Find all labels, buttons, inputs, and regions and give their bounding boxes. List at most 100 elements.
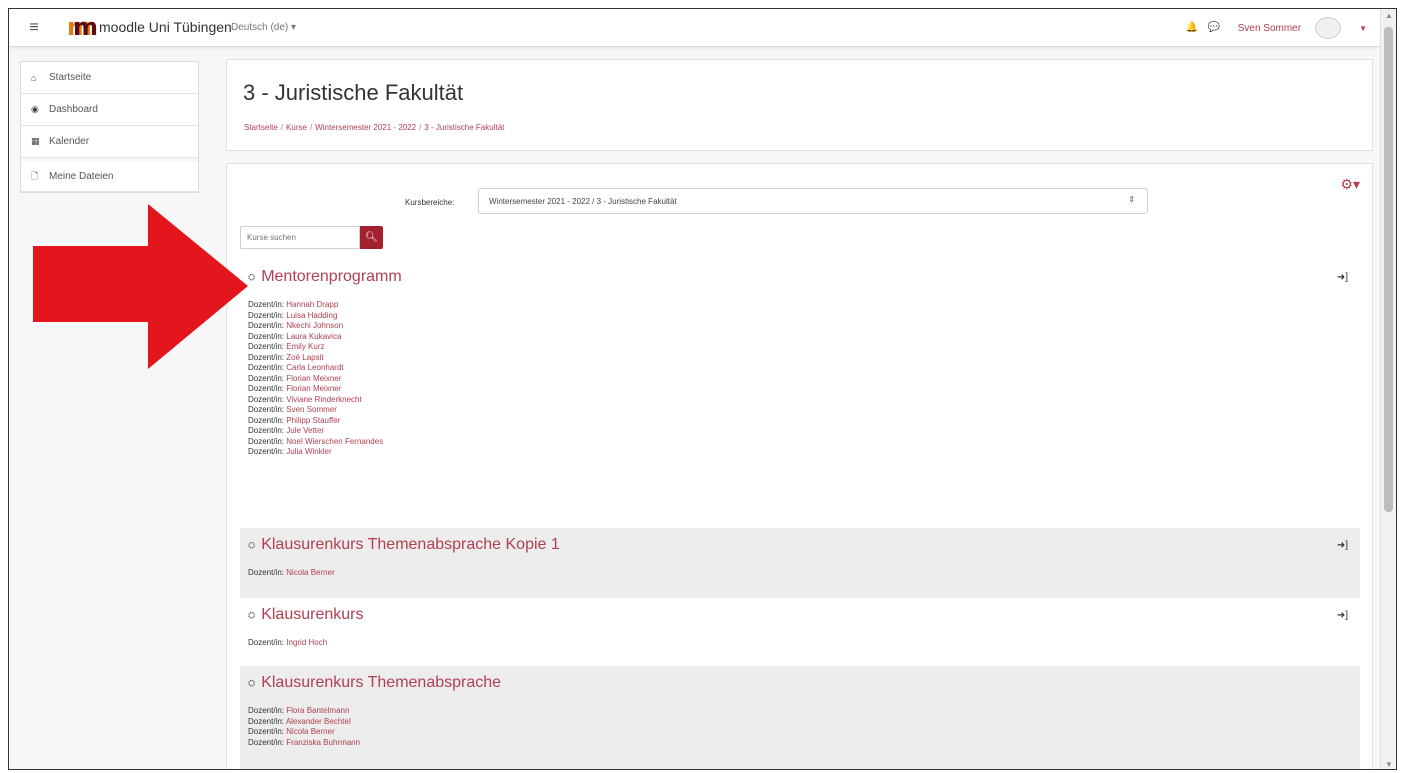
- teacher-entry: Dozent/in: Flora Bantelmann: [248, 706, 350, 715]
- teacher-entry: Dozent/in: Florian Meixner: [248, 373, 342, 383]
- enrol-icon[interactable]: ➜]: [1337, 540, 1348, 551]
- puzzle-icon: ⛭: [248, 609, 256, 620]
- course-category-card: ⚙▾ Kursbereiche: Wintersemester 2021 - 2…: [226, 163, 1373, 769]
- teacher-link[interactable]: Nicola Berner: [286, 568, 334, 577]
- page-header: 3 - Juristische Fakultät Startseite / Kurs…: [226, 59, 1373, 151]
- teacher-entry: Dozent/in: Jule Vetter: [248, 426, 325, 435]
- teacher-link[interactable]: Flora Bantelmann: [286, 706, 349, 715]
- file-icon: 🗋: [31, 170, 39, 181]
- teacher-list: Dozent/in: Hannah Drapp Dozent/in: Luisa…: [248, 300, 1352, 458]
- sidebar-nav: ⌂ Startseite ◉ Dashboard ▦ Kalender 🗋 Me…: [20, 61, 199, 193]
- teacher-link[interactable]: Nicola Berner: [286, 727, 334, 736]
- sidebar-item-label: Startseite: [49, 72, 92, 83]
- teacher-link[interactable]: Julia Winkler: [286, 447, 331, 456]
- teacher-entry: Dozent/in: Ingrid Hoch: [248, 638, 328, 647]
- teacher-link[interactable]: Noel Wierschen Fernandes: [286, 437, 383, 446]
- chevron-down-icon[interactable]: ▼: [1359, 24, 1367, 33]
- teacher-entry: Dozent/in: Zoë Lapsit: [248, 352, 324, 362]
- browser-frame: ≡ mm moodle Uni Tübingen Deutsch (de) ▾ …: [8, 8, 1397, 770]
- sidebar-item-label: Kalender: [49, 136, 90, 147]
- teacher-link[interactable]: Hannah Drapp: [286, 300, 338, 309]
- teacher-link[interactable]: Franziska Buhrmann: [286, 738, 360, 747]
- red-arrow-annotation: [33, 204, 248, 369]
- user-name[interactable]: Sven Sommer: [1238, 23, 1301, 34]
- teacher-list: Dozent/in: Ingrid Hoch: [248, 638, 1352, 649]
- home-icon: ⌂: [31, 72, 37, 83]
- course-title-text[interactable]: Mentorenprogramm: [261, 268, 402, 286]
- scroll-down-icon[interactable]: ▼: [1385, 760, 1393, 769]
- teacher-link[interactable]: Ingrid Hoch: [286, 638, 327, 647]
- teacher-link[interactable]: Luisa Hadding: [286, 311, 337, 320]
- page-title: 3 - Juristische Fakultät: [243, 80, 464, 105]
- course-item: ⛭ Mentorenprogramm ➜] Dozent/in: Hannah …: [240, 260, 1360, 466]
- course-title[interactable]: ⛭ Klausurenkurs Themenabsprache Kopie 1: [248, 536, 1352, 554]
- teacher-entry: Dozent/in: Alexander Bechtel: [248, 716, 351, 726]
- teacher-link[interactable]: Alexander Bechtel: [286, 717, 351, 726]
- teacher-entry: Dozent/in: Julia Winkler: [248, 447, 332, 456]
- breadcrumb-item[interactable]: 3 - Juristische Fakultät: [424, 123, 504, 132]
- teacher-entry: Dozent/in: Luisa Hadding: [248, 310, 338, 320]
- course-item: ⛭ Klausurenkurs ➜] Dozent/in: Ingrid Hoc…: [240, 598, 1360, 664]
- sidebar-item-startseite[interactable]: ⌂ Startseite: [21, 62, 198, 94]
- breadcrumb-item[interactable]: Kurse: [286, 123, 307, 132]
- calendar-icon: ▦: [31, 136, 40, 146]
- teacher-link[interactable]: Sven Sommer: [286, 405, 337, 414]
- course-title[interactable]: ⛭ Klausurenkurs: [248, 606, 1352, 624]
- teacher-link[interactable]: Laura Kukavica: [286, 332, 341, 341]
- teacher-entry: Dozent/in: Carla Leonhardt: [248, 363, 344, 372]
- menu-toggle-icon[interactable]: ≡: [22, 17, 46, 39]
- course-item: ⛭ Klausurenkurs Themenabsprache Dozent/i…: [240, 666, 1360, 769]
- teacher-entry: Dozent/in: Franziska Buhrmann: [248, 737, 361, 747]
- teacher-entry: Dozent/in: Nicola Berner: [248, 727, 335, 736]
- search-input[interactable]: [240, 226, 360, 249]
- teacher-link[interactable]: Zoë Lapsit: [286, 353, 323, 362]
- sidebar-item-label: Dashboard: [49, 104, 98, 115]
- teacher-entry: Dozent/in: Laura Kukavica: [248, 331, 342, 341]
- nav-right: 🔔 💬 Sven Sommer ▼: [1186, 17, 1367, 39]
- teacher-link[interactable]: Florian Meixner: [286, 374, 341, 383]
- sidebar-item-meine-dateien[interactable]: 🗋 Meine Dateien: [21, 158, 198, 192]
- teacher-entry: Dozent/in: Philipp Stauffer: [248, 415, 341, 425]
- enrol-icon[interactable]: ➜]: [1337, 272, 1348, 283]
- chat-icon[interactable]: 💬: [1208, 22, 1220, 34]
- category-select[interactable]: Wintersemester 2021 - 2022 / 3 - Juristi…: [478, 188, 1148, 214]
- sidebar-item-dashboard[interactable]: ◉ Dashboard: [21, 94, 198, 126]
- teacher-entry: Dozent/in: Emily Kurz: [248, 342, 325, 351]
- course-title[interactable]: ⛭ Klausurenkurs Themenabsprache: [248, 674, 1352, 692]
- course-title-text[interactable]: Klausurenkurs Themenabsprache: [261, 674, 501, 692]
- puzzle-icon: ⛭: [248, 677, 256, 688]
- sidebar-item-kalender[interactable]: ▦ Kalender: [21, 126, 198, 158]
- teacher-entry: Dozent/in: Noel Wierschen Fernandes: [248, 436, 384, 446]
- teacher-link[interactable]: Jule Vetter: [286, 426, 324, 435]
- scroll-up-icon[interactable]: ▲: [1385, 11, 1393, 20]
- avatar[interactable]: [1315, 17, 1342, 39]
- moodle-logo-icon: mm: [67, 13, 99, 41]
- gear-icon[interactable]: ⚙▾: [1340, 176, 1360, 193]
- teacher-link[interactable]: Philipp Stauffer: [286, 416, 340, 425]
- course-title-text[interactable]: Klausurenkurs Themenabsprache Kopie 1: [261, 536, 560, 554]
- course-title-text[interactable]: Klausurenkurs: [261, 606, 363, 624]
- top-navbar: ≡ mm moodle Uni Tübingen Deutsch (de) ▾ …: [9, 9, 1381, 47]
- enrol-icon[interactable]: ➜]: [1337, 610, 1348, 621]
- course-title[interactable]: ⛭ Mentorenprogramm: [248, 268, 1352, 286]
- bell-icon[interactable]: 🔔: [1186, 22, 1198, 34]
- site-name: moodle Uni Tübingen: [99, 19, 232, 35]
- teacher-entry: Dozent/in: Florian Meixner: [248, 384, 342, 393]
- teacher-link[interactable]: Emily Kurz: [286, 342, 324, 351]
- teacher-link[interactable]: Nkechi Johnson: [286, 321, 343, 330]
- teacher-list: Dozent/in: Flora Bantelmann Dozent/in: A…: [248, 706, 1352, 748]
- teacher-entry: Dozent/in: Nkechi Johnson: [248, 321, 344, 330]
- teacher-link[interactable]: Florian Meixner: [286, 384, 341, 393]
- course-search: 🔍︎: [240, 226, 383, 249]
- search-button[interactable]: 🔍︎: [360, 226, 383, 249]
- page-scrollbar[interactable]: ▲ ▼: [1380, 9, 1396, 769]
- breadcrumb-item[interactable]: Startseite: [244, 123, 278, 132]
- language-selector[interactable]: Deutsch (de) ▾: [231, 22, 296, 33]
- teacher-link[interactable]: Viviane Rinderknecht: [286, 395, 361, 404]
- breadcrumb-item[interactable]: Wintersemester 2021 - 2022: [315, 123, 416, 132]
- site-brand[interactable]: mm moodle Uni Tübingen: [67, 13, 232, 41]
- teacher-list: Dozent/in: Nicola Berner: [248, 568, 1352, 579]
- teacher-link[interactable]: Carla Leonhardt: [286, 363, 343, 372]
- scrollbar-thumb[interactable]: [1384, 27, 1393, 512]
- sidebar-item-label: Meine Dateien: [49, 171, 114, 182]
